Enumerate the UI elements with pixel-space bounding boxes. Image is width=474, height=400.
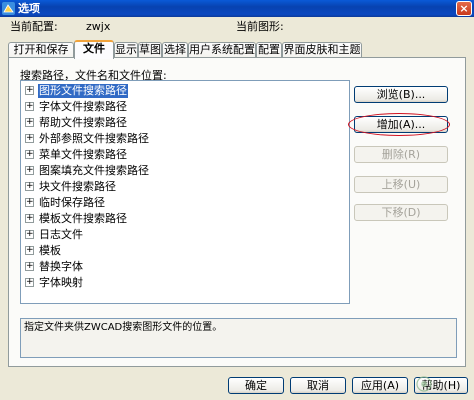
- tree-item-hatch-search-path[interactable]: + 图案填充文件搜索路径: [23, 164, 343, 178]
- expand-icon[interactable]: +: [25, 150, 34, 159]
- close-button[interactable]: ×: [456, 1, 472, 16]
- tree-item-label: 替换字体: [39, 260, 83, 273]
- browse-button[interactable]: 浏览(B)...: [354, 86, 448, 103]
- tree-item-template-search-path[interactable]: + 模板文件搜索路径: [23, 212, 343, 226]
- expand-icon[interactable]: +: [25, 182, 34, 191]
- tree-item-label: 模板: [39, 244, 61, 257]
- highlight-ring: [348, 113, 450, 136]
- tree-item-template[interactable]: + 模板: [23, 244, 343, 258]
- tree-item-help-search-path[interactable]: + 帮助文件搜索路径: [23, 116, 343, 130]
- expand-icon[interactable]: +: [25, 86, 34, 95]
- watermark-logo: [416, 376, 432, 392]
- apply-button[interactable]: 应用(A): [352, 377, 408, 394]
- current-profile-label: 当前配置:: [10, 20, 58, 33]
- tree-item-xref-search-path[interactable]: + 外部参照文件搜索路径: [23, 132, 343, 146]
- app-icon: [2, 2, 15, 15]
- tree-item-block-search-path[interactable]: + 块文件搜索路径: [23, 180, 343, 194]
- tab-open-save[interactable]: 打开和保存: [8, 42, 74, 58]
- tree-item-label: 字体映射: [39, 276, 83, 289]
- move-down-button[interactable]: 下移(D): [354, 204, 448, 221]
- tree-item-log-file[interactable]: + 日志文件: [23, 228, 343, 242]
- expand-icon[interactable]: +: [25, 262, 34, 271]
- tree-item-font-search-path[interactable]: + 字体文件搜索路径: [23, 100, 343, 114]
- tree-item-label: 菜单文件搜索路径: [39, 148, 127, 161]
- tab-drafting[interactable]: 草图: [138, 42, 162, 58]
- tab-skin-theme[interactable]: 界面皮肤和主题: [282, 42, 362, 58]
- tree-item-label: 模板文件搜索路径: [39, 212, 127, 225]
- tree-item-temp-save-path[interactable]: + 临时保存路径: [23, 196, 343, 210]
- expand-icon[interactable]: +: [25, 230, 34, 239]
- move-up-button[interactable]: 上移(U): [354, 176, 448, 193]
- expand-icon[interactable]: +: [25, 134, 34, 143]
- tab-user-preferences[interactable]: 用户系统配置: [188, 42, 256, 58]
- window-title: 选项: [18, 2, 40, 15]
- cancel-button[interactable]: 取消: [290, 377, 346, 394]
- current-profile-value: zwjx: [86, 20, 111, 33]
- search-paths-tree[interactable]: + 图形文件搜索路径 + 字体文件搜索路径 + 帮助文件搜索路径 + 外部参照文…: [20, 80, 350, 304]
- expand-icon[interactable]: +: [25, 166, 34, 175]
- tree-item-label: 日志文件: [39, 228, 83, 241]
- ok-button[interactable]: 确定: [228, 377, 284, 394]
- tree-item-label: 帮助文件搜索路径: [39, 116, 127, 129]
- current-drawing-label: 当前图形:: [236, 20, 284, 33]
- expand-icon[interactable]: +: [25, 278, 34, 287]
- expand-icon[interactable]: +: [25, 246, 34, 255]
- tab-files[interactable]: 文件: [74, 40, 114, 59]
- tree-item-label: 字体文件搜索路径: [39, 100, 127, 113]
- expand-icon[interactable]: +: [25, 102, 34, 111]
- tab-display[interactable]: 显示: [114, 42, 138, 58]
- tree-item-label: 图案填充文件搜索路径: [39, 164, 149, 177]
- tree-item-label: 临时保存路径: [39, 196, 105, 209]
- tab-profiles[interactable]: 配置: [256, 42, 282, 58]
- tree-item-drawing-search-path[interactable]: + 图形文件搜索路径: [23, 84, 343, 98]
- tab-selection[interactable]: 选择: [162, 42, 188, 58]
- tree-item-menu-search-path[interactable]: + 菜单文件搜索路径: [23, 148, 343, 162]
- description-box: 指定文件夹供ZWCAD搜索图形文件的位置。: [20, 318, 457, 358]
- tree-item-label: 图形文件搜索路径: [38, 84, 128, 98]
- expand-icon[interactable]: +: [25, 198, 34, 207]
- tree-item-alternate-font[interactable]: + 替换字体: [23, 260, 343, 274]
- expand-icon[interactable]: +: [25, 214, 34, 223]
- title-bar: 选项 ×: [0, 0, 474, 17]
- remove-button[interactable]: 删除(R): [354, 146, 448, 163]
- tree-item-label: 外部参照文件搜索路径: [39, 132, 149, 145]
- expand-icon[interactable]: +: [25, 118, 34, 127]
- tree-item-font-mapping[interactable]: + 字体映射: [23, 276, 343, 290]
- tree-item-label: 块文件搜索路径: [39, 180, 116, 193]
